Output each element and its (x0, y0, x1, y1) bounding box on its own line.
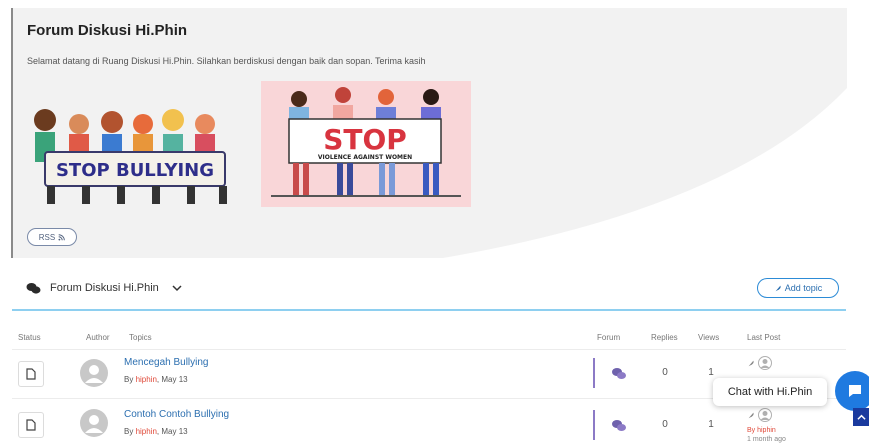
topic-author-link[interactable]: hiphin (136, 375, 157, 384)
topic-date: , May 13 (156, 375, 188, 384)
forum-header-card: Forum Diskusi Hi.Phin Selamat datang di … (11, 8, 847, 258)
chevron-up-icon (856, 414, 866, 420)
svg-text:VIOLENCE AGAINST WOMEN: VIOLENCE AGAINST WOMEN (318, 154, 412, 161)
replies-count: 0 (662, 419, 668, 430)
last-post-author[interactable]: By hiphin (747, 427, 776, 434)
rss-button[interactable]: RSS (27, 228, 77, 246)
add-topic-label: Add topic (784, 283, 823, 293)
feather-icon (748, 360, 754, 367)
forum-comments-icon[interactable] (611, 367, 627, 380)
scroll-to-top-button[interactable] (853, 408, 869, 426)
rss-icon (58, 233, 66, 241)
topic-title-link[interactable]: Mencegah Bullying (124, 357, 209, 368)
topic-title-link[interactable]: Contoh Contoh Bullying (124, 409, 229, 420)
avatar[interactable] (80, 409, 108, 437)
forum-breadcrumb-bar: Forum Diskusi Hi.Phin Add topic (12, 273, 846, 311)
topic-status-box (18, 412, 44, 438)
column-header-topics: Topics (129, 333, 152, 342)
avatar[interactable] (758, 356, 772, 370)
views-count: 1 (708, 419, 714, 430)
topic-by-prefix: By (124, 427, 136, 436)
rss-label: RSS (38, 232, 56, 242)
chat-bubble-icon (849, 385, 861, 397)
svg-text:STOP: STOP (323, 123, 407, 156)
table-divider (12, 349, 846, 350)
document-icon (26, 368, 36, 380)
feather-icon (748, 412, 754, 419)
chat-open-button[interactable] (835, 371, 869, 411)
svg-text:STOP BULLYING: STOP BULLYING (56, 160, 214, 181)
column-header-views: Views (698, 333, 720, 342)
topic-by-prefix: By (124, 375, 136, 384)
forum-comments-icon[interactable] (611, 419, 627, 432)
replies-count: 0 (662, 367, 668, 378)
topic-meta: By hiphin, May 13 (124, 427, 188, 436)
topic-date: , May 13 (156, 427, 188, 436)
stop-bullying-image: STOP BULLYING (34, 109, 227, 204)
document-icon (26, 419, 36, 431)
column-header-forum: Forum (597, 333, 621, 342)
forum-accent-bar (593, 410, 595, 440)
topic-author-link[interactable]: hiphin (136, 427, 157, 436)
forum-comments-icon (26, 283, 41, 294)
chat-prompt-label[interactable]: Chat with Hi.Phin (713, 378, 827, 406)
last-post-icons (747, 356, 772, 370)
stop-violence-image: STOP VIOLENCE AGAINST WOMEN (261, 81, 471, 207)
forum-accent-bar (593, 358, 595, 388)
avatar[interactable] (80, 359, 108, 387)
chevron-down-icon[interactable] (172, 283, 182, 293)
topic-meta: By hiphin, May 13 (124, 375, 188, 384)
forum-description: Selamat datang di Ruang Diskusi Hi.Phin.… (27, 56, 426, 66)
column-header-status: Status (18, 333, 41, 342)
forum-title: Forum Diskusi Hi.Phin (27, 22, 188, 39)
column-header-last-post: Last Post (747, 333, 781, 342)
topic-status-box (18, 361, 44, 387)
add-topic-button[interactable]: Add topic (757, 278, 839, 298)
feather-icon (775, 285, 781, 292)
last-post-icons (747, 408, 772, 422)
last-post-time: 1 month ago (747, 436, 786, 443)
views-count: 1 (708, 367, 714, 378)
avatar[interactable] (758, 408, 772, 422)
forum-selector-title[interactable]: Forum Diskusi Hi.Phin (50, 282, 159, 294)
column-header-replies: Replies (651, 333, 678, 342)
column-header-author: Author (86, 333, 110, 342)
